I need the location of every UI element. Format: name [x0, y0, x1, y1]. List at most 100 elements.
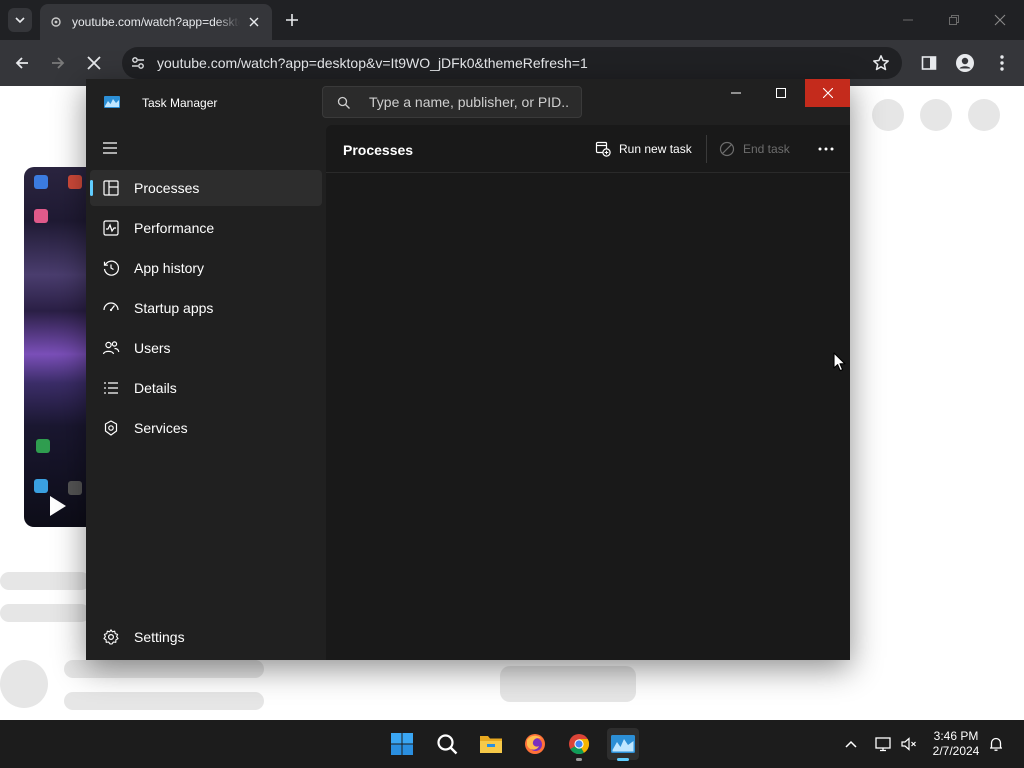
hamburger-menu-icon[interactable] [100, 140, 120, 156]
network-icon[interactable] [873, 734, 893, 754]
task-manager-navigation: Processes Performance App history Startu… [86, 125, 326, 660]
url-text[interactable]: youtube.com/watch?app=desktop&v=It9WO_jD… [157, 55, 588, 71]
tm-minimize-button[interactable] [713, 79, 759, 107]
tab-close-icon[interactable] [246, 14, 262, 30]
file-explorer-icon [480, 736, 502, 753]
more-options-icon[interactable] [814, 139, 838, 159]
address-bar[interactable]: youtube.com/watch?app=desktop&v=It9WO_jD… [122, 47, 902, 79]
search-icon [437, 734, 458, 755]
firefox-icon [525, 734, 545, 754]
gear-icon [103, 629, 119, 645]
loading-placeholder [64, 660, 264, 678]
nav-item-settings[interactable]: Settings [90, 619, 322, 655]
nav-item-users[interactable]: Users [90, 330, 322, 366]
nav-label: App history [134, 260, 205, 276]
nav-label: Details [134, 380, 177, 396]
tab-search-button[interactable] [8, 8, 32, 32]
system-clock[interactable]: 3:46 PM 2/7/2024 [924, 729, 988, 759]
taskbar-task-manager[interactable] [607, 728, 639, 761]
processes-grid-icon [103, 180, 119, 196]
stop-loading-icon[interactable] [82, 51, 106, 75]
task-manager-titlebar[interactable]: Task Manager [86, 79, 850, 125]
bookmark-star-icon[interactable] [872, 54, 890, 72]
profile-avatar-icon[interactable] [955, 53, 975, 73]
loading-placeholder [968, 99, 1000, 131]
loading-placeholder [500, 666, 636, 702]
nav-label: Processes [134, 180, 200, 196]
nav-label: Settings [134, 629, 185, 645]
run-new-task-button[interactable]: Run new task [595, 135, 692, 163]
windows-taskbar: 3:46 PM 2/7/2024 [0, 720, 1024, 768]
nav-item-processes[interactable]: Processes [90, 170, 322, 206]
browser-tab[interactable]: youtube.com/watch?app=desktop&v=It9WO_jD… [40, 4, 272, 40]
running-indicator [576, 758, 582, 761]
site-info-icon[interactable] [130, 55, 146, 71]
nav-label: Services [134, 420, 188, 436]
clock-time: 3:46 PM [933, 729, 979, 743]
tm-close-button[interactable] [805, 79, 850, 107]
task-manager-title: Task Manager [142, 96, 218, 110]
clock-date: 2/7/2024 [932, 744, 980, 758]
close-icon [822, 88, 833, 98]
loading-placeholder [872, 99, 904, 131]
nav-label: Users [134, 340, 171, 356]
run-new-task-label: Run new task [619, 142, 692, 156]
notifications-bell-icon[interactable] [986, 734, 1006, 754]
back-arrow-icon[interactable] [10, 51, 34, 75]
chevron-down-icon [15, 17, 25, 24]
play-icon[interactable] [50, 496, 66, 516]
process-search-box[interactable] [322, 86, 582, 118]
task-manager-icon [611, 735, 635, 753]
taskbar-file-explorer[interactable] [475, 728, 507, 760]
end-task-label: End task [743, 142, 790, 156]
start-icon [391, 733, 413, 755]
loading-placeholder [0, 604, 90, 622]
taskbar-chrome[interactable] [563, 728, 595, 761]
browser-minimize-icon[interactable] [898, 10, 918, 30]
minimize-icon [731, 92, 741, 94]
history-clock-icon [103, 260, 120, 276]
start-button[interactable] [386, 728, 418, 760]
page-title: Processes [343, 142, 414, 158]
forward-arrow-icon[interactable] [46, 51, 70, 75]
site-settings-icon [51, 17, 61, 27]
nav-label: Startup apps [134, 300, 214, 316]
side-panel-icon[interactable] [919, 53, 939, 73]
startup-speedometer-icon [103, 302, 119, 312]
loading-placeholder [920, 99, 952, 131]
users-icon [102, 341, 120, 355]
taskbar-search-button[interactable] [431, 728, 463, 760]
performance-chart-icon [103, 220, 119, 236]
end-task-button[interactable]: End task [719, 135, 790, 163]
browser-menu-icon[interactable] [992, 53, 1012, 73]
taskbar-firefox[interactable] [519, 728, 551, 760]
nav-item-details[interactable]: Details [90, 370, 322, 406]
search-icon [337, 96, 350, 109]
process-search-input[interactable] [369, 92, 569, 112]
browser-close-icon[interactable] [990, 10, 1010, 30]
mouse-cursor-icon [833, 352, 846, 372]
processes-command-bar: Processes Run new task End task [326, 125, 850, 173]
new-tab-icon[interactable] [282, 10, 302, 30]
chrome-icon [569, 734, 590, 755]
loading-placeholder [64, 692, 264, 710]
run-task-icon [595, 141, 611, 157]
task-manager-window: Task Manager Processes Performance App h… [86, 79, 850, 660]
task-manager-app-icon [104, 96, 120, 108]
nav-item-app-history[interactable]: App history [90, 250, 322, 286]
maximize-icon [776, 88, 786, 98]
loading-placeholder [0, 660, 48, 708]
tm-maximize-button[interactable] [758, 79, 804, 107]
volume-muted-icon[interactable] [899, 734, 919, 754]
browser-tab-strip: youtube.com/watch?app=desktop&v=It9WO_jD… [0, 0, 1024, 40]
services-puzzle-icon [104, 420, 118, 436]
show-hidden-icons-chevron-up-icon[interactable] [841, 734, 861, 754]
nav-item-performance[interactable]: Performance [90, 210, 322, 246]
browser-restore-icon[interactable] [944, 10, 964, 30]
end-task-icon [719, 141, 735, 157]
nav-item-startup-apps[interactable]: Startup apps [90, 290, 322, 326]
loading-placeholder [0, 572, 90, 590]
command-separator [706, 135, 707, 163]
details-list-icon [104, 382, 118, 394]
nav-item-services[interactable]: Services [90, 410, 322, 446]
